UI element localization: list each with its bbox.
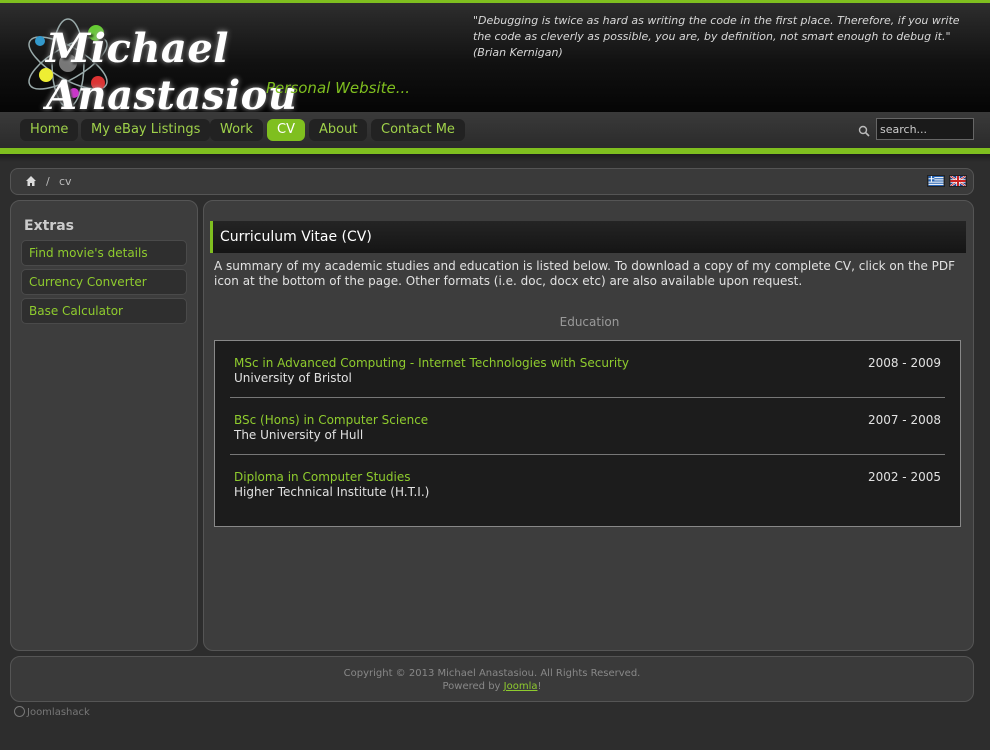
nav-about[interactable]: About <box>309 119 368 141</box>
education-school: University of Bristol <box>234 371 352 385</box>
breadcrumb-current: cv <box>59 175 72 188</box>
greek-flag-icon[interactable] <box>927 175 945 187</box>
education-degree: Diploma in Computer Studies <box>234 470 411 484</box>
sidebar-item-currency-converter[interactable]: Currency Converter <box>21 269 187 295</box>
nav-ebay-listings[interactable]: My eBay Listings <box>81 119 211 141</box>
site-header: Michael Anastasiou Personal Website... "… <box>0 0 990 119</box>
joomla-link[interactable]: Joomla <box>504 681 538 692</box>
sidebar-title: Extras <box>24 218 74 234</box>
sidebar-item-find-movie[interactable]: Find movie's details <box>21 240 187 266</box>
main-nav: Home My eBay Listings Work CV About Cont… <box>0 112 990 148</box>
breadcrumb-separator: / <box>46 175 50 188</box>
site-logo[interactable]: Michael Anastasiou Personal Website... <box>18 17 418 119</box>
nav-work[interactable]: Work <box>210 119 263 141</box>
education-school: The University of Hull <box>234 428 364 442</box>
powered-by-prefix: Powered by <box>442 681 504 692</box>
education-years: 2002 - 2005 <box>867 470 941 484</box>
powered-by: Powered by Joomla! <box>11 680 973 693</box>
sidebar-extras: Extras Find movie's details Currency Con… <box>10 200 198 651</box>
search-input[interactable] <box>876 118 974 140</box>
home-icon[interactable] <box>25 175 37 187</box>
joomlashack-icon <box>14 706 25 717</box>
site-name: Michael Anastasiou <box>46 25 298 119</box>
copyright-text: Copyright © 2013 Michael Anastasiou. All… <box>343 668 641 679</box>
credit-label: Joomlashack <box>27 707 90 718</box>
search-icon <box>858 125 870 137</box>
header-quote: "Debugging is twice as hard as writing t… <box>473 14 960 59</box>
education-degree: BSc (Hons) in Computer Science <box>234 413 429 427</box>
site-tagline: Personal Website... <box>266 79 411 97</box>
education-degree: MSc in Advanced Computing - Internet Tec… <box>234 356 629 370</box>
main-content: Curriculum Vitae (CV) A summary of my ac… <box>203 200 974 651</box>
nav-home[interactable]: Home <box>20 119 79 141</box>
education-heading: Education <box>559 315 620 329</box>
nav-cv[interactable]: CV <box>267 119 305 141</box>
powered-by-suffix: ! <box>537 681 542 692</box>
nav-shadow <box>0 154 990 162</box>
education-item: BSc (Hons) in Computer Science The Unive… <box>230 398 945 455</box>
site-footer: Copyright © 2013 Michael Anastasiou. All… <box>10 656 974 702</box>
breadcrumb: / cv <box>10 168 974 195</box>
education-years: 2008 - 2009 <box>867 356 941 370</box>
intro-text: A summary of my academic studies and edu… <box>214 259 956 288</box>
page-title: Curriculum Vitae (CV) <box>210 221 966 253</box>
education-item: Diploma in Computer Studies Higher Techn… <box>230 455 945 512</box>
nav-contact-me[interactable]: Contact Me <box>371 119 465 141</box>
education-item: MSc in Advanced Computing - Internet Tec… <box>230 341 945 398</box>
education-years: 2007 - 2008 <box>867 413 941 427</box>
sidebar-item-base-calculator[interactable]: Base Calculator <box>21 298 187 324</box>
education-list: MSc in Advanced Computing - Internet Tec… <box>214 340 961 527</box>
education-school: Higher Technical Institute (H.T.I.) <box>234 485 430 499</box>
joomlashack-credit[interactable]: Joomlashack <box>14 706 90 718</box>
uk-flag-icon[interactable] <box>949 175 967 187</box>
